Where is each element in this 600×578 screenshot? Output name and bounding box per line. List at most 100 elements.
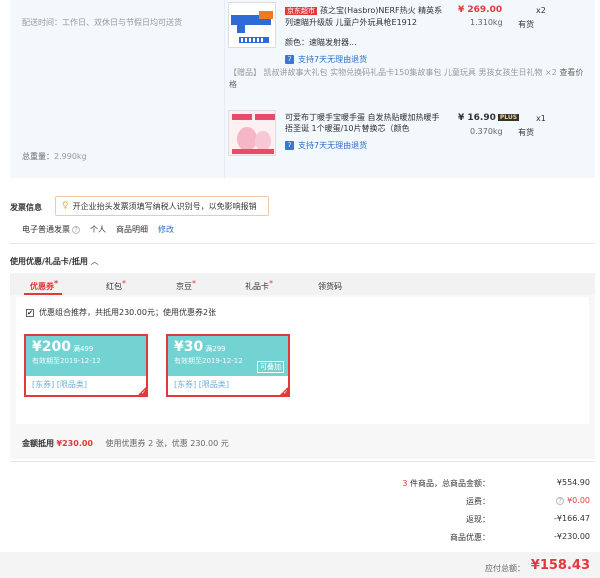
tab-gift-card[interactable]: 礼品卡* bbox=[245, 279, 273, 292]
coupon-condition: 满499 bbox=[72, 345, 94, 353]
payable-total: ¥158.43 bbox=[530, 558, 590, 573]
deduct-summary: 金额抵用 ¥230.00 使用优惠券 2 张，优惠 230.00 元 bbox=[22, 438, 229, 449]
coupon-condition: 满299 bbox=[205, 345, 226, 353]
combo-recommend[interactable]: ✔ 优惠组合推荐，共抵用230.00元；使用优惠券2张 bbox=[26, 307, 216, 318]
product-weight: 1.310kg bbox=[470, 18, 503, 27]
discount-row: 商品优惠： -¥230.00 bbox=[230, 532, 590, 543]
coupon-face: ¥200 满499 有效期至2019-12-12 bbox=[26, 336, 146, 376]
delivery-time: 配送时间：工作日、双休日与节假日均可送货 bbox=[22, 18, 182, 27]
goods-total: ¥554.90 bbox=[556, 478, 590, 487]
divider bbox=[10, 461, 595, 462]
help-icon[interactable]: ? bbox=[556, 497, 565, 505]
product-qty: x2 bbox=[536, 6, 546, 15]
shipping-value: ? ¥0.00 bbox=[530, 496, 590, 507]
rebate-label: 返现： bbox=[466, 515, 490, 524]
coupon-card[interactable]: ¥30 满299 有效期至2019-12-12 可叠加 [东券] [限品类] ✓ bbox=[166, 334, 290, 397]
rebate-value: -¥166.47 bbox=[554, 514, 590, 523]
tab-jd-beans[interactable]: 京豆* bbox=[176, 279, 196, 292]
chevron-up-icon: ︿ bbox=[90, 257, 99, 266]
deduct-note: 使用优惠券 2 张，优惠 230.00 元 bbox=[105, 439, 229, 448]
deduct-label: 金额抵用 bbox=[22, 439, 54, 448]
tab-star: * bbox=[122, 279, 126, 288]
total-weight-label: 总重量： bbox=[22, 152, 54, 161]
return-icon: 7 bbox=[285, 141, 294, 150]
coupons-title: 使用优惠/礼品卡/抵用 bbox=[10, 257, 88, 266]
product-title[interactable]: 京东超市 孩之宝(Hasbro)NERF热火 精英系列速瞄升级版 儿童户外玩具枪E… bbox=[285, 5, 445, 28]
coupon-card[interactable]: ¥200 满499 有效期至2019-12-12 [东券] [限品类] ✓ bbox=[24, 334, 148, 397]
shipping-row: 运费： ? ¥0.00 bbox=[230, 496, 590, 507]
tab-label: 京豆 bbox=[176, 282, 192, 291]
stackable-badge: 可叠加 bbox=[257, 361, 284, 373]
return-policy[interactable]: 7 支持7天无理由退货 bbox=[285, 54, 367, 65]
invoice-type: 电子普通发票? bbox=[22, 224, 80, 235]
toy-gun-image bbox=[231, 11, 273, 43]
order-divider bbox=[224, 0, 225, 178]
item-count-label: 件商品，总商品金额： bbox=[407, 479, 490, 488]
tab-label: 优惠券 bbox=[30, 282, 54, 291]
total-weight: 总重量：2.990kg bbox=[22, 151, 87, 162]
goods-count: 3 件商品，总商品金额： bbox=[290, 478, 490, 489]
shipping-label: 运费： bbox=[466, 497, 490, 506]
total-weight-value: 2.990kg bbox=[54, 152, 87, 161]
return-text: 支持7天无理由退货 bbox=[298, 141, 368, 150]
product-thumbnail[interactable] bbox=[228, 110, 276, 156]
stock-status: 有货 bbox=[518, 20, 534, 29]
active-tab-indicator bbox=[24, 293, 62, 295]
plus-badge: PLUS bbox=[497, 114, 520, 121]
product-qty: x1 bbox=[536, 114, 546, 123]
tab-label: 红包 bbox=[106, 282, 122, 291]
product-title[interactable]: 可爱布丁暖手宝暖手蛋 自发热贴暖加热暖手捂圣诞 1个暖蛋/10片替换芯（颜色 bbox=[285, 112, 445, 134]
invoice-edit-link[interactable]: 修改 bbox=[158, 224, 174, 235]
help-icon[interactable]: ? bbox=[72, 226, 80, 234]
tab-star: * bbox=[192, 279, 196, 288]
combo-checkbox[interactable]: ✔ bbox=[26, 308, 34, 317]
product-price-group: ¥ 16.90 PLUS bbox=[458, 113, 520, 123]
gift-text: 凯叔讲故事大礼包 实物兑换码礼品卡150集故事包 儿童玩具 男孩女孩生日礼物 bbox=[263, 68, 543, 77]
product-thumbnail[interactable] bbox=[228, 2, 276, 48]
discount-value: -¥230.00 bbox=[554, 532, 590, 541]
coupon-amount: ¥30 bbox=[174, 339, 204, 355]
gift-qty: ×2 bbox=[545, 68, 557, 77]
coupons-toggle[interactable]: 使用优惠/礼品卡/抵用 ︿ bbox=[10, 256, 99, 267]
invoice-detail: 商品明细 bbox=[116, 225, 148, 234]
divider bbox=[10, 243, 595, 244]
coupon-face: ¥30 满299 有效期至2019-12-12 可叠加 bbox=[168, 336, 288, 376]
coupon-expiry: 有效期至2019-12-12 bbox=[32, 357, 101, 365]
hand-warmer-image bbox=[229, 111, 275, 155]
shipping-amount: ¥0.00 bbox=[567, 496, 590, 505]
tab-label: 领货码 bbox=[318, 282, 342, 291]
check-icon: ✓ bbox=[140, 389, 146, 396]
payable-label: 应付总额： bbox=[485, 564, 525, 573]
tab-red-packet[interactable]: 红包* bbox=[106, 279, 126, 292]
coupon-tags: [东券] [限品类] bbox=[174, 380, 230, 389]
jd-supermarket-tag: 京东超市 bbox=[285, 7, 317, 15]
product-price: ¥ 269.00 bbox=[458, 5, 503, 15]
rebate-row: 返现： -¥166.47 bbox=[230, 514, 590, 525]
lightbulb-icon: ♀ bbox=[62, 201, 69, 211]
invoice-title: 发票信息 bbox=[10, 203, 42, 212]
coupon-amount: ¥200 bbox=[32, 339, 71, 355]
gift-label: 【赠品】 bbox=[229, 68, 261, 77]
deduct-value: ¥230.00 bbox=[56, 439, 93, 448]
stock-status: 有货 bbox=[518, 128, 534, 137]
invoice-tip: ♀ 开企业抬头发票须填写纳税人识别号，以免影响报销 bbox=[55, 196, 269, 216]
tab-star: * bbox=[269, 279, 273, 288]
discount-label: 商品优惠： bbox=[450, 533, 490, 542]
return-policy[interactable]: 7 支持7天无理由退货 bbox=[285, 140, 367, 151]
return-icon: 7 bbox=[285, 55, 294, 64]
invoice-tip-text: 开企业抬头发票须填写纳税人识别号，以免影响报销 bbox=[72, 201, 257, 211]
return-text: 支持7天无理由退货 bbox=[298, 55, 368, 64]
coupon-tabs bbox=[10, 273, 595, 295]
tab-star: * bbox=[54, 279, 59, 288]
coupon-tags: [东券] [限品类] bbox=[32, 380, 88, 389]
product-price: ¥ 16.90 bbox=[458, 113, 496, 123]
invoice-type-text: 电子普通发票 bbox=[22, 225, 70, 234]
tab-pickup-code[interactable]: 领货码 bbox=[318, 279, 342, 292]
tab-coupons[interactable]: 优惠券* bbox=[30, 279, 58, 292]
combo-text: 优惠组合推荐，共抵用230.00元；使用优惠券2张 bbox=[39, 308, 217, 317]
product-color: 颜色：速瞄发射器... bbox=[285, 38, 357, 47]
invoice-details: 电子普通发票? 个人 商品明细 修改 bbox=[22, 224, 174, 235]
goods-total-row: 3 件商品，总商品金额： ¥554.90 bbox=[230, 478, 590, 489]
check-icon: ✓ bbox=[282, 389, 288, 396]
invoice-person: 个人 bbox=[90, 225, 106, 234]
